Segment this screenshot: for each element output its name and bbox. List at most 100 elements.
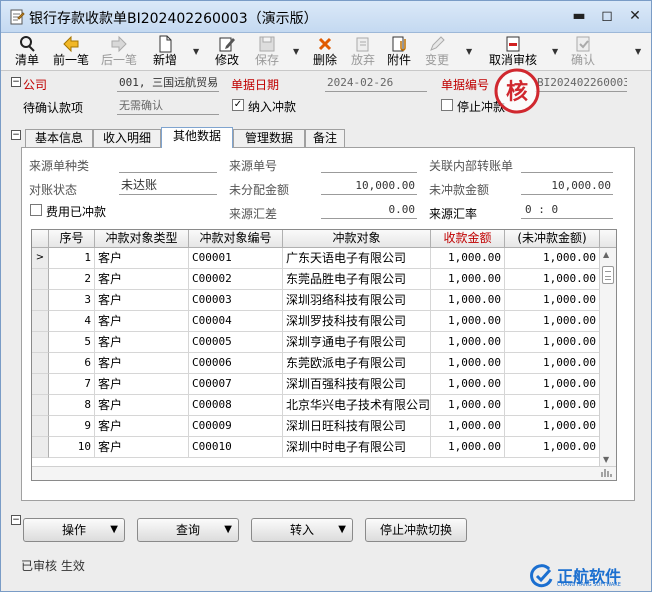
- approve-dropdown-icon[interactable]: ▼: [552, 47, 558, 56]
- col-header-amount[interactable]: 收款金额: [431, 230, 505, 248]
- col-header-type[interactable]: 冲款对象类型: [95, 230, 189, 248]
- tab-remarks[interactable]: 备注: [305, 129, 345, 147]
- stop-offset-toggle-button[interactable]: 停止冲款切换: [365, 518, 467, 542]
- cell-type[interactable]: 客户: [95, 437, 189, 458]
- cell-unoffset[interactable]: 1,000.00: [505, 353, 600, 374]
- toolbar-overflow-icon[interactable]: ▼: [635, 47, 641, 56]
- table-row[interactable]: 5 客户 C00005 深圳亨通电子有限公司 1,000.00 1,000.00: [32, 332, 600, 353]
- doc-no-field[interactable]: BI202402260003: [535, 74, 627, 92]
- previous-button[interactable]: 前一笔: [51, 35, 91, 69]
- source-rate-field[interactable]: 0 : 0: [521, 201, 613, 219]
- cell-code[interactable]: C00010: [189, 437, 283, 458]
- transfer-button[interactable]: 转入 ▼: [251, 518, 353, 542]
- cell-code[interactable]: C00006: [189, 353, 283, 374]
- grid-settings-icon[interactable]: [601, 468, 613, 478]
- next-button[interactable]: 后一笔: [99, 35, 139, 69]
- table-row[interactable]: 7 客户 C00007 深圳百强科技有限公司 1,000.00 1,000.00: [32, 374, 600, 395]
- cell-amount[interactable]: 1,000.00: [431, 332, 505, 353]
- edit-button[interactable]: 修改: [211, 35, 243, 69]
- cell-unoffset[interactable]: 1,000.00: [505, 395, 600, 416]
- cell-name[interactable]: 北京华兴电子技术有限公司: [283, 395, 431, 416]
- table-row[interactable]: 4 客户 C00004 深圳罗技科技有限公司 1,000.00 1,000.00: [32, 311, 600, 332]
- cell-amount[interactable]: 1,000.00: [431, 437, 505, 458]
- cell-no[interactable]: 8: [49, 395, 95, 416]
- maximize-button[interactable]: ◻: [595, 5, 619, 27]
- unoffset-field[interactable]: 10,000.00: [521, 177, 613, 195]
- cell-code[interactable]: C00007: [189, 374, 283, 395]
- cell-type[interactable]: 客户: [95, 311, 189, 332]
- cell-unoffset[interactable]: 1,000.00: [505, 437, 600, 458]
- cell-code[interactable]: C00002: [189, 269, 283, 290]
- cell-name[interactable]: 广东天语电子有限公司: [283, 248, 431, 269]
- cell-code[interactable]: C00001: [189, 248, 283, 269]
- source-fx-diff-field[interactable]: 0.00: [321, 201, 417, 219]
- row-selector[interactable]: [32, 437, 49, 458]
- cell-code[interactable]: C00005: [189, 332, 283, 353]
- cell-amount[interactable]: 1,000.00: [431, 374, 505, 395]
- cell-unoffset[interactable]: 1,000.00: [505, 416, 600, 437]
- cell-unoffset[interactable]: 1,000.00: [505, 332, 600, 353]
- table-row[interactable]: 9 客户 C00009 深圳日旺科技有限公司 1,000.00 1,000.00: [32, 416, 600, 437]
- cell-amount[interactable]: 1,000.00: [431, 248, 505, 269]
- cell-amount[interactable]: 1,000.00: [431, 416, 505, 437]
- cell-no[interactable]: 2: [49, 269, 95, 290]
- scroll-down-arrow-icon[interactable]: ▼: [603, 455, 609, 464]
- minimize-button[interactable]: ▬: [567, 5, 591, 27]
- operate-button[interactable]: 操作 ▼: [23, 518, 125, 542]
- fee-offset-checkbox[interactable]: [30, 204, 42, 216]
- tab-basic-info[interactable]: 基本信息: [25, 129, 93, 147]
- cell-type[interactable]: 客户: [95, 290, 189, 311]
- delete-button[interactable]: 删除: [309, 35, 341, 69]
- grid-horizontal-scrollbar[interactable]: [32, 466, 616, 480]
- header-collapse-toggle[interactable]: −: [11, 77, 21, 87]
- list-button[interactable]: 清单: [11, 35, 43, 69]
- cell-no[interactable]: 4: [49, 311, 95, 332]
- tab-management-data[interactable]: 管理数据: [233, 129, 305, 147]
- unallocated-field[interactable]: 10,000.00: [321, 177, 417, 195]
- cell-type[interactable]: 客户: [95, 353, 189, 374]
- cell-type[interactable]: 客户: [95, 416, 189, 437]
- row-selector[interactable]: >: [32, 248, 49, 269]
- cell-amount[interactable]: 1,000.00: [431, 311, 505, 332]
- row-selector[interactable]: [32, 395, 49, 416]
- save-button[interactable]: 保存: [251, 35, 283, 69]
- cell-no[interactable]: 7: [49, 374, 95, 395]
- cell-no[interactable]: 9: [49, 416, 95, 437]
- cancel-approve-button[interactable]: 取消审核: [485, 35, 541, 69]
- cell-name[interactable]: 东莞品胜电子有限公司: [283, 269, 431, 290]
- col-header-name[interactable]: 冲款对象: [283, 230, 431, 248]
- cell-amount[interactable]: 1,000.00: [431, 395, 505, 416]
- attachment-button[interactable]: 附件: [383, 35, 415, 69]
- cell-amount[interactable]: 1,000.00: [431, 269, 505, 290]
- cell-name[interactable]: 深圳百强科技有限公司: [283, 374, 431, 395]
- source-no-field[interactable]: [321, 155, 417, 173]
- row-selector[interactable]: [32, 353, 49, 374]
- cell-type[interactable]: 客户: [95, 374, 189, 395]
- tab-income-details[interactable]: 收入明细: [93, 129, 161, 147]
- cell-code[interactable]: C00009: [189, 416, 283, 437]
- tabs-collapse-toggle[interactable]: −: [11, 130, 21, 140]
- title-bar[interactable]: 银行存款收款单BI202402260003（演示版） ▬ ◻ ✕: [1, 1, 651, 33]
- save-dropdown-icon[interactable]: ▼: [293, 47, 299, 56]
- cell-code[interactable]: C00008: [189, 395, 283, 416]
- pending-field[interactable]: 无需确认: [117, 97, 219, 115]
- col-header-code[interactable]: 冲款对象编号: [189, 230, 283, 248]
- cell-unoffset[interactable]: 1,000.00: [505, 248, 600, 269]
- cell-name[interactable]: 深圳罗技科技有限公司: [283, 311, 431, 332]
- cell-no[interactable]: 6: [49, 353, 95, 374]
- close-button[interactable]: ✕: [623, 5, 647, 27]
- cell-name[interactable]: 深圳羽络科技有限公司: [283, 290, 431, 311]
- cell-type[interactable]: 客户: [95, 395, 189, 416]
- discard-button[interactable]: 放弃: [347, 35, 379, 69]
- query-button[interactable]: 查询 ▼: [137, 518, 239, 542]
- confirm-button[interactable]: 确认: [567, 35, 599, 69]
- stop-offset-checkbox[interactable]: [441, 99, 453, 111]
- cell-code[interactable]: C00003: [189, 290, 283, 311]
- row-selector[interactable]: [32, 332, 49, 353]
- table-row[interactable]: 8 客户 C00008 北京华兴电子技术有限公司 1,000.00 1,000.00: [32, 395, 600, 416]
- cell-unoffset[interactable]: 1,000.00: [505, 290, 600, 311]
- cell-no[interactable]: 1: [49, 248, 95, 269]
- cell-no[interactable]: 3: [49, 290, 95, 311]
- table-row[interactable]: >1 客户 C00001 广东天语电子有限公司 1,000.00 1,000.00: [32, 248, 600, 269]
- table-row[interactable]: 3 客户 C00003 深圳羽络科技有限公司 1,000.00 1,000.00: [32, 290, 600, 311]
